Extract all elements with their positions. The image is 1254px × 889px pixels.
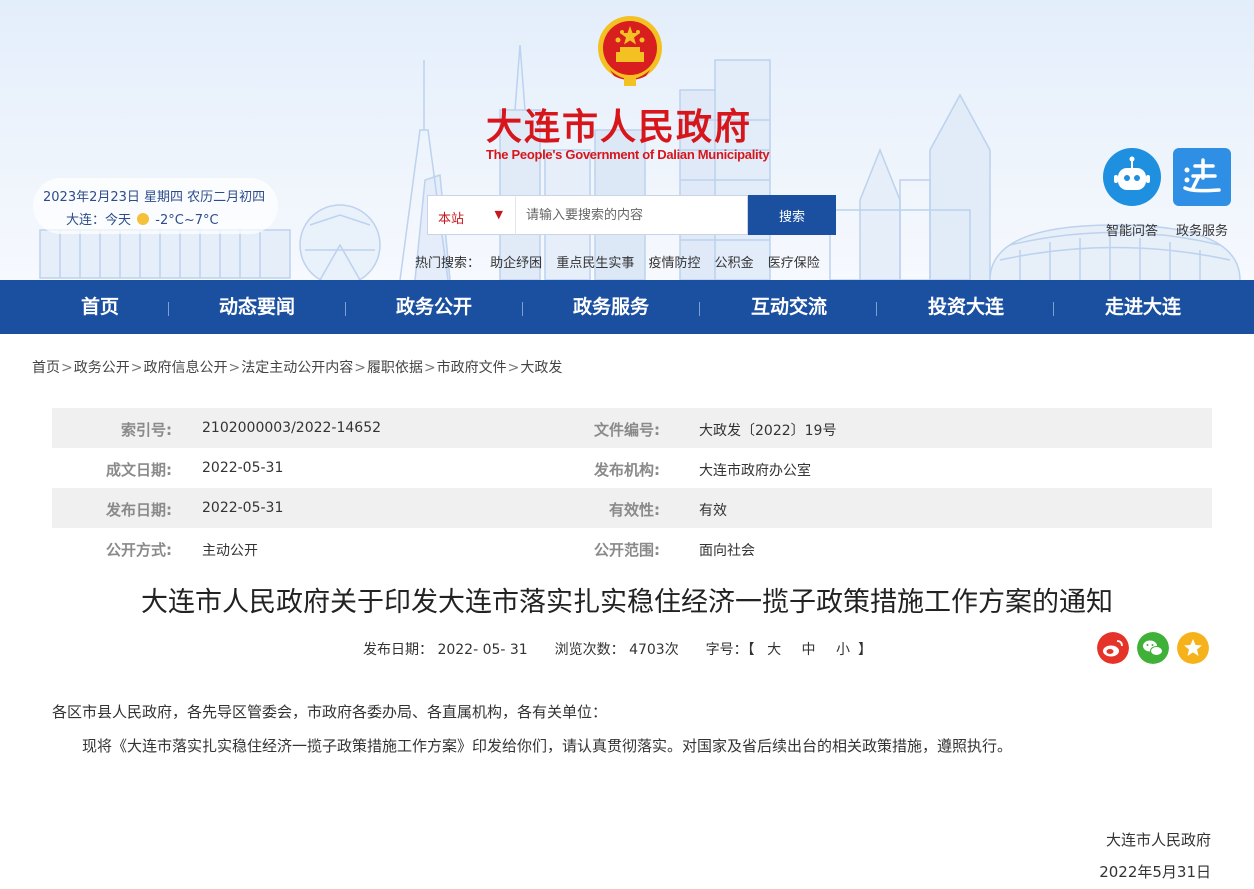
- breadcrumb-link[interactable]: 法定主动公开内容: [241, 360, 353, 376]
- gov-service-shortcut[interactable]: 政务服务: [1171, 148, 1233, 239]
- hot-search-link[interactable]: 疫情防控: [648, 256, 700, 271]
- breadcrumb-separator: >: [228, 360, 241, 376]
- smart-qa-label: 智能问答: [1105, 224, 1158, 239]
- breadcrumb-separator: >: [507, 360, 520, 376]
- robot-icon: [1103, 148, 1161, 206]
- validity-label: 有效性:: [609, 501, 660, 519]
- date-text: 2023年2月23日 星期四 农历二月初四: [43, 190, 266, 205]
- nav-item-gov-affairs[interactable]: 政务公开: [359, 280, 509, 334]
- nav-item-gov-services[interactable]: 政务服务: [536, 280, 686, 334]
- breadcrumb-link[interactable]: 首页: [32, 360, 60, 376]
- signature-org: 大连市人民政府: [1105, 831, 1211, 849]
- nav-item-home[interactable]: 首页: [25, 280, 175, 334]
- search-scope-value: 本站: [438, 212, 465, 227]
- disclosure-mode-value: 主动公开: [202, 543, 258, 559]
- metadata-row: 公开方式: 主动公开 公开范围: 面向社会: [52, 528, 1212, 568]
- document-number-label: 文件编号:: [594, 421, 660, 439]
- document-number-value: 大政发〔2022〕19号: [699, 423, 837, 439]
- breadcrumb-link[interactable]: 市政府文件: [437, 360, 507, 376]
- issuing-org-label: 发布机构:: [594, 461, 660, 479]
- hot-search-link[interactable]: 公积金: [715, 256, 754, 271]
- article-title: 大连市人民政府关于印发大连市落实扎实稳住经济一揽子政策措施工作方案的通知: [141, 587, 1113, 618]
- bracket-close: 】: [857, 642, 872, 658]
- smart-qa-shortcut[interactable]: 智能问答: [1101, 148, 1163, 239]
- font-size-medium-button[interactable]: 中: [802, 642, 816, 658]
- article-info-bar: 发布日期： 2022- 05- 31 浏览次数： 4703次 字号：【 大 中 …: [363, 639, 872, 659]
- created-date-label: 成文日期:: [106, 461, 172, 479]
- hot-search-link[interactable]: 医疗保险: [768, 256, 820, 271]
- index-number-label: 索引号:: [121, 421, 172, 439]
- publish-date-value: 2022- 05- 31: [437, 642, 528, 658]
- search-button[interactable]: 搜索: [748, 195, 836, 235]
- metadata-row: 发布日期: 2022-05-31 有效性: 有效: [52, 488, 1212, 528]
- date-weather-box: 2023年2月23日 星期四 农历二月初四 大连：今天 -2°C~7°C: [33, 178, 278, 234]
- nav-divider: [699, 302, 700, 316]
- font-size-small-button[interactable]: 小: [836, 642, 850, 658]
- font-size-large-button[interactable]: 大: [767, 642, 781, 658]
- partly-sunny-icon: [137, 213, 150, 225]
- breadcrumb-current[interactable]: 大政发: [520, 360, 562, 376]
- validity-value: 有效: [699, 503, 727, 519]
- breadcrumb-separator: >: [61, 360, 73, 376]
- document-metadata-table: 索引号: 2102000003/2022-14652 文件编号: 大政发〔202…: [52, 408, 1212, 568]
- favorite-star-icon[interactable]: [1177, 632, 1209, 664]
- created-date-value: 2022-05-31: [202, 460, 284, 476]
- publish-date-label: 发布日期：: [363, 642, 433, 658]
- breadcrumb-separator: >: [130, 360, 143, 376]
- nav-item-about-dalian[interactable]: 走进大连: [1068, 280, 1218, 334]
- breadcrumb: 首页>政务公开>政府信息公开>法定主动公开内容>履职依据>市政府文件>大政发: [32, 357, 562, 377]
- issuing-org-value: 大连市政府办公室: [699, 463, 811, 479]
- nav-divider: [522, 302, 523, 316]
- national-emblem-icon: [598, 16, 662, 86]
- search-bar: 本站 ▼ 搜索: [427, 195, 836, 235]
- article-signature-block: 大连市人民政府 2022年5月31日: [1099, 824, 1211, 888]
- weibo-icon[interactable]: [1097, 632, 1129, 664]
- hot-search-link[interactable]: 助企纾困: [490, 256, 542, 271]
- breadcrumb-link[interactable]: 政务公开: [74, 360, 130, 376]
- disclosure-scope-label: 公开范围:: [594, 541, 660, 559]
- search-input[interactable]: [515, 195, 748, 235]
- views-count: 4703次: [629, 642, 679, 658]
- site-header: 大连市人民政府 The People's Government of Dalia…: [0, 0, 1254, 280]
- nav-item-investment[interactable]: 投资大连: [891, 280, 1041, 334]
- hot-search-label: 热门搜索：: [415, 256, 481, 271]
- wechat-icon[interactable]: [1137, 632, 1169, 664]
- disclosure-mode-label: 公开方式:: [106, 541, 172, 559]
- disclosure-scope-value: 面向社会: [699, 543, 755, 559]
- font-size-label: 字号：: [705, 642, 748, 658]
- article-paragraph: 现将《大连市落实扎实稳住经济一揽子政策措施工作方案》印发给你们，请认真贯彻落实。…: [82, 737, 1013, 755]
- nav-item-interaction[interactable]: 互动交流: [714, 280, 864, 334]
- site-title: 大连市人民政府: [486, 106, 753, 148]
- nav-divider: [345, 302, 346, 316]
- caret-down-icon: ▼: [494, 208, 503, 221]
- views-label: 浏览次数：: [554, 642, 625, 658]
- metadata-row: 成文日期: 2022-05-31 发布机构: 大连市政府办公室: [52, 448, 1212, 488]
- site-title-english: The People's Government of Dalian Munici…: [486, 147, 770, 162]
- main-nav: 首页 动态要闻 政务公开 政务服务 互动交流 投资大连 走进大连: [0, 280, 1254, 334]
- nav-divider: [168, 302, 169, 316]
- weather-temperature: -2°C~7°C: [155, 213, 219, 228]
- search-scope-select[interactable]: 本站 ▼: [427, 195, 515, 235]
- hot-search: 热门搜索： 助企纾困 重点民生实事 疫情防控 公积金 医疗保险: [415, 252, 830, 271]
- gov-service-icon: [1173, 148, 1231, 206]
- nav-divider: [1053, 302, 1054, 316]
- article-salutation: 各区市县人民政府，各先导区管委会，市政府各委办局、各直属机构，各有关单位：: [52, 703, 608, 721]
- index-number-value: 2102000003/2022-14652: [202, 420, 382, 436]
- breadcrumb-separator: >: [423, 360, 436, 376]
- weather-line: 大连：今天 -2°C~7°C: [66, 209, 278, 228]
- metadata-row: 索引号: 2102000003/2022-14652 文件编号: 大政发〔202…: [52, 408, 1212, 448]
- breadcrumb-link[interactable]: 政府信息公开: [143, 360, 227, 376]
- weather-city: 大连：今天: [66, 213, 132, 228]
- nav-item-news[interactable]: 动态要闻: [182, 280, 332, 334]
- signature-date: 2022年5月31日: [1099, 863, 1211, 881]
- gov-service-label: 政务服务: [1175, 224, 1228, 239]
- hot-search-link[interactable]: 重点民生实事: [556, 256, 634, 271]
- article-body: 各区市县人民政府，各先导区管委会，市政府各委办局、各直属机构，各有关单位： 现将…: [52, 695, 1212, 763]
- breadcrumb-link[interactable]: 履职依据: [367, 360, 423, 376]
- publish-date-label: 发布日期:: [106, 501, 172, 519]
- publish-date-value: 2022-05-31: [202, 500, 284, 516]
- nav-divider: [876, 302, 877, 316]
- bracket-open: 【: [747, 642, 755, 658]
- breadcrumb-separator: >: [354, 360, 366, 376]
